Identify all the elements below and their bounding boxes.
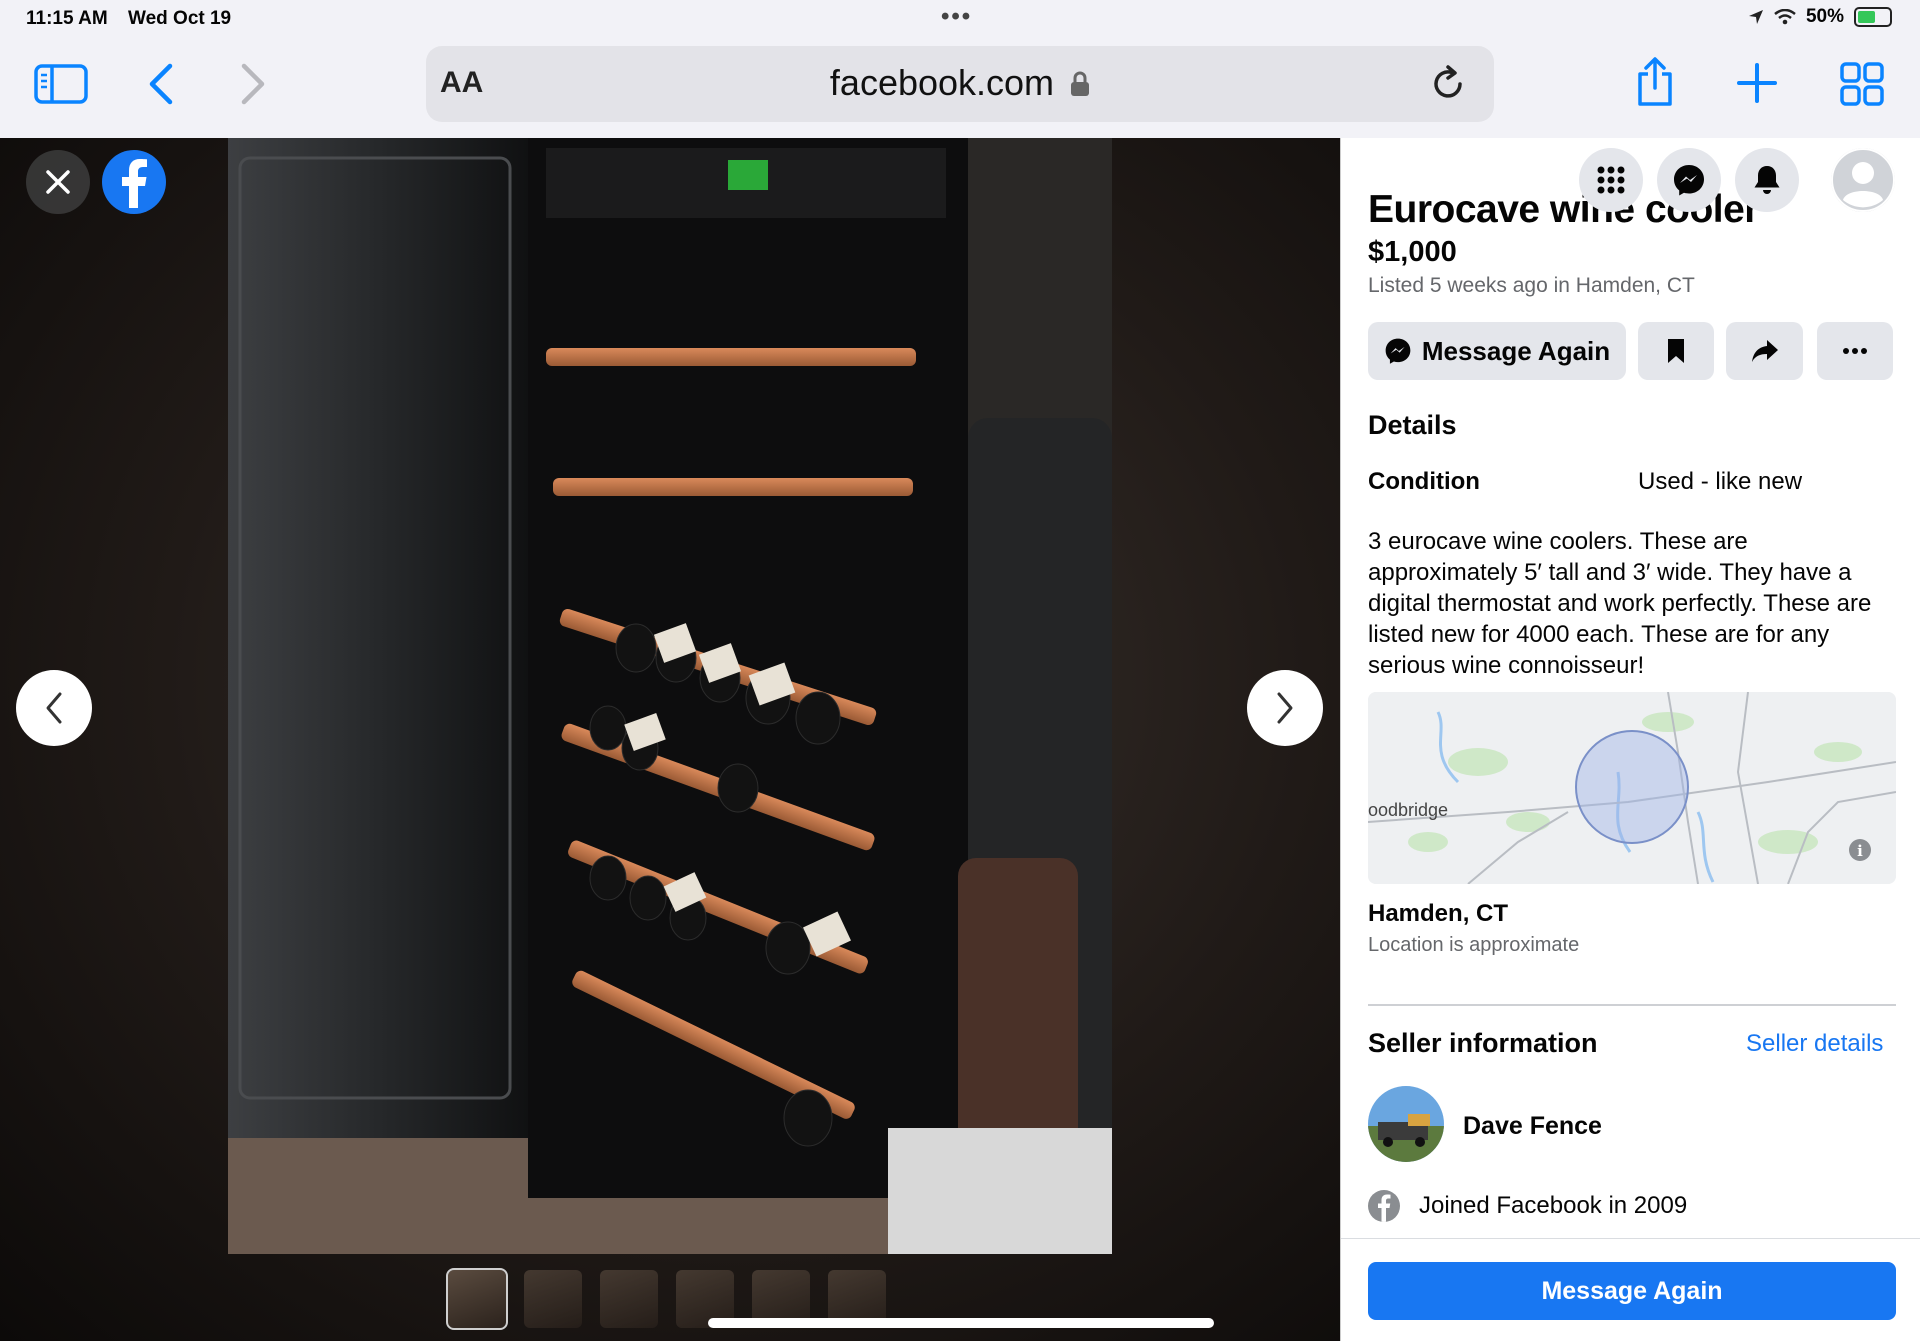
listing-details-panel: Eurocave wine cooler $1,000 Listed 5 wee… [1340,138,1920,1341]
more-dots-icon [1843,348,1867,354]
profile-icon [1831,148,1895,212]
status-indicators: 50% [1748,6,1892,28]
seller-heading: Seller information [1368,1028,1598,1058]
more-options-button[interactable] [1817,322,1893,380]
url-text[interactable]: facebook.com [426,62,1494,104]
share-arrow-icon [1751,340,1778,362]
browser-toolbar: AA facebook.com [0,40,1920,139]
share-listing-button[interactable] [1726,322,1803,380]
bookmark-icon [1668,339,1684,363]
location-arrow-icon [1748,10,1763,24]
previous-photo-button[interactable] [16,670,92,746]
facebook-logo-icon[interactable] [102,150,166,214]
photo-viewer [0,138,1340,1341]
seller-joined: Joined Facebook in 2009 [1419,1192,1688,1219]
location-map[interactable]: i oodbridge [1368,692,1896,884]
facebook-circle-icon [1368,1190,1400,1222]
condition-label: Condition [1368,468,1480,495]
chevron-left-icon[interactable] [146,62,176,106]
location-name: Hamden, CT [1368,900,1509,927]
map-place-label: oodbridge [1368,800,1449,820]
location-note: Location is approximate [1368,934,1580,956]
photo-thumbnail[interactable] [524,1270,582,1328]
battery-icon [1854,7,1892,27]
photo-thumbnail[interactable] [600,1270,658,1328]
notifications-bell-icon[interactable] [1735,148,1799,212]
profile-avatar[interactable] [1831,148,1895,212]
close-viewer-button[interactable] [26,150,90,214]
plus-icon[interactable] [1736,62,1778,104]
wifi-icon [1774,9,1796,25]
messenger-icon [1385,338,1411,364]
seller-details-link[interactable]: Seller details [1746,1030,1883,1058]
listing-photo [228,138,1112,1254]
menu-grid-icon[interactable] [1579,148,1643,212]
reload-icon[interactable] [1430,64,1466,102]
save-listing-button[interactable] [1638,322,1714,380]
seller-name[interactable]: Dave Fence [1463,1112,1602,1141]
chevron-left-icon [46,692,62,724]
battery-percent: 50% [1805,6,1844,27]
seller-avatar[interactable] [1368,1086,1444,1162]
map-info-icon[interactable]: i [1857,842,1863,860]
multitasking-dots-icon[interactable]: ••• [941,3,972,31]
footer-divider [1341,1238,1920,1239]
message-again-button[interactable]: Message Again [1368,322,1626,380]
sidebar-icon[interactable] [34,62,88,106]
messenger-icon[interactable] [1657,148,1721,212]
listing-price: $1,000 [1368,236,1457,268]
chevron-right-icon[interactable] [238,62,268,106]
date: Wed Oct 19 [128,8,232,29]
listing-description: 3 eurocave wine coolers. These are appro… [1368,528,1872,679]
details-heading: Details [1368,410,1457,440]
condition-value: Used - like new [1638,468,1803,495]
footer-message-again-button[interactable]: Message Again [1368,1262,1896,1320]
status-bar: 11:15 AM Wed Oct 19 ••• 50% [0,0,1920,40]
listing-meta: Listed 5 weeks ago in Hamden, CT [1368,274,1695,297]
tabs-grid-icon[interactable] [1840,62,1884,106]
next-photo-button[interactable] [1247,670,1323,746]
chevron-right-icon [1277,692,1293,724]
close-icon [46,170,70,194]
section-divider [1368,1004,1896,1006]
photo-thumbnail[interactable] [446,1268,508,1330]
address-bar[interactable]: AA facebook.com [426,46,1494,122]
share-icon[interactable] [1634,56,1676,108]
clock: 11:15 AM [26,8,108,29]
home-indicator[interactable] [708,1318,1214,1328]
lock-icon [1071,71,1090,96]
